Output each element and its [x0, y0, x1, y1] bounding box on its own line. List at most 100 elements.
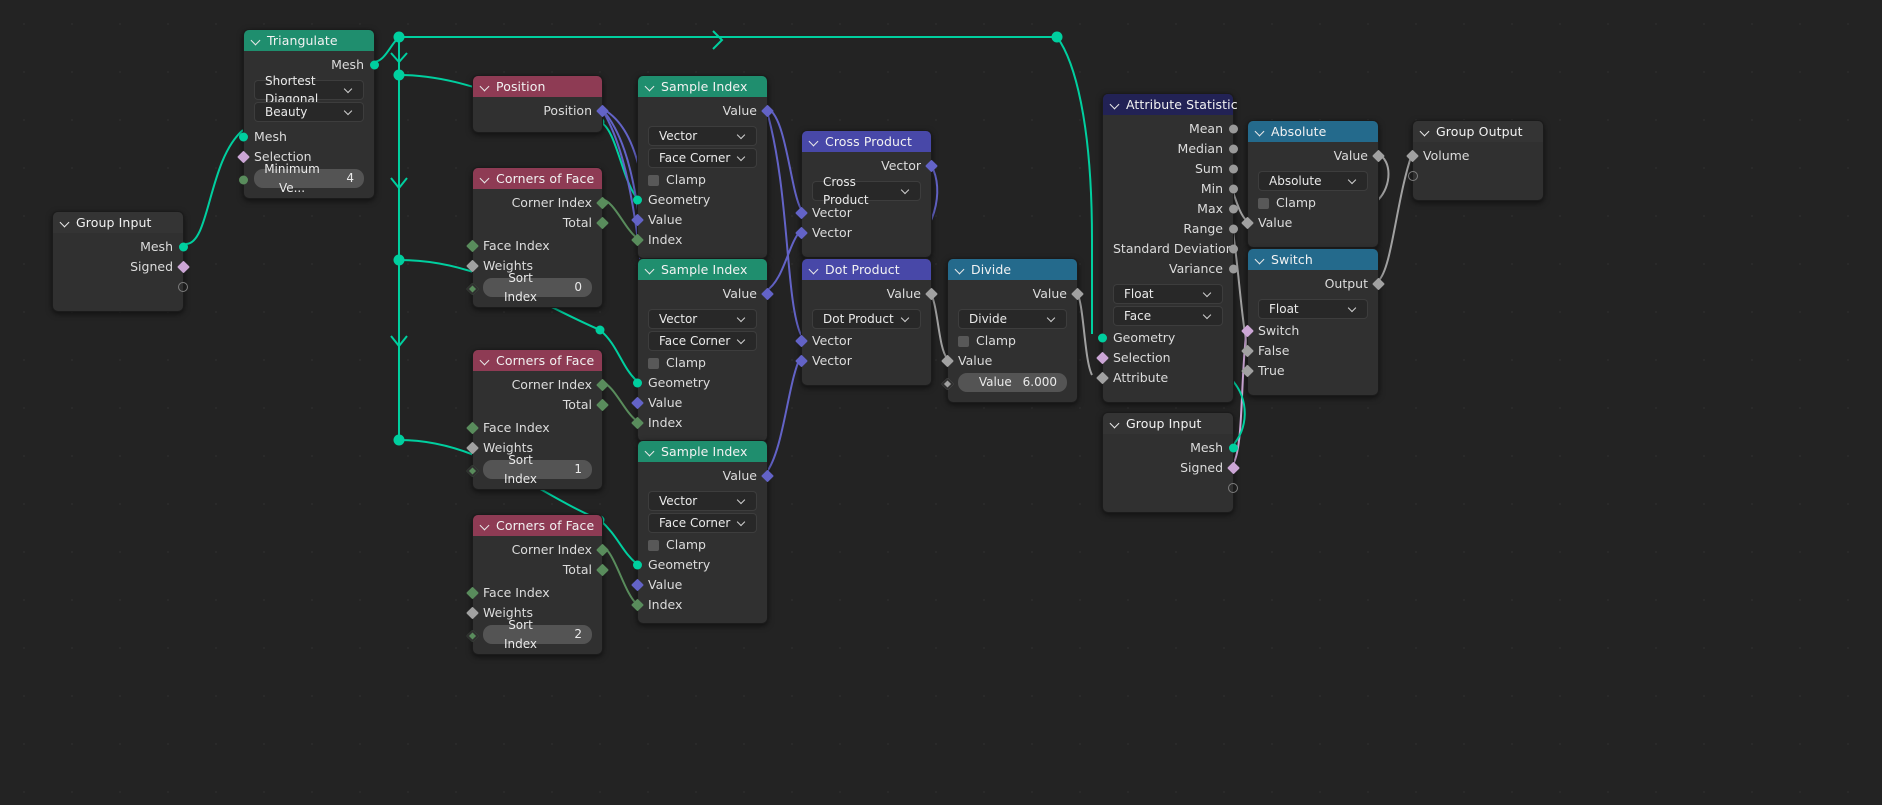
socket-int-in[interactable]	[239, 175, 248, 185]
socket-int-in[interactable]	[466, 282, 479, 296]
chevron-down-icon[interactable]	[646, 82, 655, 91]
node-header[interactable]: Switch	[1248, 249, 1378, 270]
node-header[interactable]: Group Input	[53, 212, 183, 233]
socket-row-value-out[interactable]: Value	[948, 284, 1084, 304]
node-header[interactable]: Attribute Statistic	[1103, 94, 1238, 115]
socket-row-position-out[interactable]: Position	[473, 101, 609, 121]
chevron-down-icon[interactable]	[481, 356, 490, 365]
socket-boolean-out[interactable]	[1227, 461, 1240, 475]
socket-int-in[interactable]	[466, 629, 479, 643]
socket-float-in[interactable]	[466, 441, 479, 455]
socket-geometry-out[interactable]	[370, 60, 379, 70]
node-cross-product[interactable]: Cross Product Vector Cross Product Vecto…	[795, 130, 938, 258]
socket-virtual-out[interactable]	[1228, 483, 1238, 493]
socket-virtual-out[interactable]	[178, 282, 188, 292]
checkbox-box-icon[interactable]	[648, 539, 659, 551]
chevron-down-icon[interactable]	[1256, 255, 1265, 264]
socket-row-volume[interactable]: Volume	[1406, 146, 1543, 166]
socket-row-value-out[interactable]: Value	[1248, 146, 1385, 166]
chevron-down-icon[interactable]	[646, 447, 655, 456]
widget-row-sort-index[interactable]: Sort Index 2	[466, 618, 602, 651]
socket-row-signed[interactable]: Signed	[1103, 458, 1240, 478]
socket-row-attribute-in[interactable]: Attribute	[1096, 368, 1233, 388]
chevron-down-icon[interactable]	[810, 137, 819, 146]
socket-vector-out[interactable]	[761, 287, 774, 301]
chevron-down-icon[interactable]	[252, 36, 261, 45]
socket-row-median[interactable]: Median	[1103, 139, 1238, 159]
node-header[interactable]: Sample Index	[638, 259, 767, 280]
socket-row-true-in[interactable]: True	[1241, 361, 1378, 381]
socket-row-min[interactable]: Min	[1103, 179, 1238, 199]
node-absolute[interactable]: Absolute Value Absolute Clamp Value	[1241, 120, 1385, 248]
node-divide[interactable]: Divide Value Divide Clamp Value Value 6.…	[941, 258, 1084, 403]
socket-vector-out[interactable]	[761, 104, 774, 118]
dropdown-ngon-method[interactable]: Beauty	[254, 102, 364, 122]
value-sort-index[interactable]: Sort Index 1	[483, 453, 592, 486]
socket-vector-in[interactable]	[631, 396, 644, 410]
socket-float-in[interactable]	[1406, 149, 1419, 163]
socket-int-out[interactable]	[596, 563, 609, 577]
socket-geometry-out[interactable]	[179, 242, 188, 252]
dropdown-quad-method[interactable]: Shortest Diagonal	[254, 74, 364, 106]
socket-row-output[interactable]: Output	[1248, 274, 1385, 294]
chevron-down-icon[interactable]	[481, 82, 490, 91]
checkbox-box-icon[interactable]	[648, 357, 659, 369]
socket-float-out[interactable]	[1372, 277, 1385, 291]
node-group-input-bottom[interactable]: Group Input Mesh Signed	[1102, 412, 1240, 513]
socket-row-geometry-in[interactable]: Geometry	[633, 555, 767, 575]
node-sample-index-2[interactable]: Sample Index Value Vector Face Corner Cl…	[631, 440, 774, 624]
socket-row-value-in[interactable]: Value	[1241, 213, 1378, 233]
widget-row-minimum-vertices[interactable]: Minimum Ve... 4	[239, 162, 374, 195]
chevron-down-icon[interactable]	[481, 174, 490, 183]
socket-row-mean[interactable]: Mean	[1103, 119, 1238, 139]
socket-row-vector-b[interactable]: Vector	[795, 351, 931, 371]
checkbox-box-icon[interactable]	[1258, 197, 1269, 209]
socket-row-virtual[interactable]	[53, 277, 188, 297]
widget-row-value-b[interactable]: Value 6.000	[941, 373, 1077, 392]
socket-vector-out[interactable]	[761, 469, 774, 483]
socket-row-index-in[interactable]: Index	[631, 595, 767, 615]
socket-geometry-in[interactable]	[1098, 333, 1107, 343]
node-header[interactable]: Sample Index	[638, 76, 767, 97]
socket-row-corner-index[interactable]: Corner Index	[473, 193, 609, 213]
socket-vector-in[interactable]	[795, 334, 808, 348]
socket-virtual-in[interactable]	[1408, 171, 1418, 181]
widget-row-sort-index[interactable]: Sort Index 0	[466, 271, 602, 304]
socket-row-mesh-in[interactable]: Mesh	[239, 127, 374, 147]
chevron-down-icon[interactable]	[1111, 419, 1120, 428]
socket-row-vector-a[interactable]: Vector	[795, 203, 931, 223]
node-triangulate[interactable]: Triangulate Mesh Shortest Diagonal Beaut…	[237, 29, 379, 199]
node-switch[interactable]: Switch Output Float Switch False True	[1241, 248, 1385, 396]
node-sample-index-0[interactable]: Sample Index Value Vector Face Corner Cl…	[631, 75, 774, 259]
socket-row-face-index[interactable]: Face Index	[466, 583, 602, 603]
dropdown-domain[interactable]: Face	[1113, 306, 1223, 326]
node-group-input-left[interactable]: Group Input Mesh Signed	[52, 211, 190, 312]
socket-int-out[interactable]	[596, 543, 609, 557]
socket-int-in[interactable]	[631, 416, 644, 430]
node-dot-product[interactable]: Dot Product Value Dot Product Vector Vec…	[795, 258, 938, 386]
socket-int-in[interactable]	[631, 598, 644, 612]
socket-float-in[interactable]	[1096, 371, 1109, 385]
socket-float-out[interactable]	[1229, 144, 1238, 154]
socket-int-in[interactable]	[466, 586, 479, 600]
socket-row-switch-in[interactable]: Switch	[1241, 321, 1378, 341]
socket-geometry-in[interactable]	[633, 195, 642, 205]
socket-row-geometry-in[interactable]: Geometry	[633, 190, 767, 210]
socket-geometry-in[interactable]	[633, 560, 642, 570]
dropdown-data-type[interactable]: Vector	[648, 491, 757, 511]
socket-row-corner-index[interactable]: Corner Index	[473, 375, 609, 395]
socket-row-value-out[interactable]: Value	[638, 466, 774, 486]
socket-row-value-out[interactable]: Value	[638, 284, 774, 304]
socket-row-signed[interactable]: Signed	[53, 257, 190, 277]
socket-row-selection-in[interactable]: Selection	[1096, 348, 1233, 368]
socket-geometry-out[interactable]	[1229, 443, 1238, 453]
chevron-down-icon[interactable]	[810, 265, 819, 274]
node-position[interactable]: Position Position	[472, 75, 609, 133]
socket-float-in[interactable]	[1241, 364, 1254, 378]
socket-vector-in[interactable]	[795, 226, 808, 240]
node-editor-canvas[interactable]: Group Input Mesh Signed Triangulate Mesh…	[0, 0, 1882, 805]
socket-vector-out[interactable]	[925, 159, 938, 173]
dropdown-operation[interactable]: Divide	[958, 309, 1067, 329]
node-sample-index-1[interactable]: Sample Index Value Vector Face Corner Cl…	[631, 258, 774, 442]
socket-int-in[interactable]	[466, 239, 479, 253]
